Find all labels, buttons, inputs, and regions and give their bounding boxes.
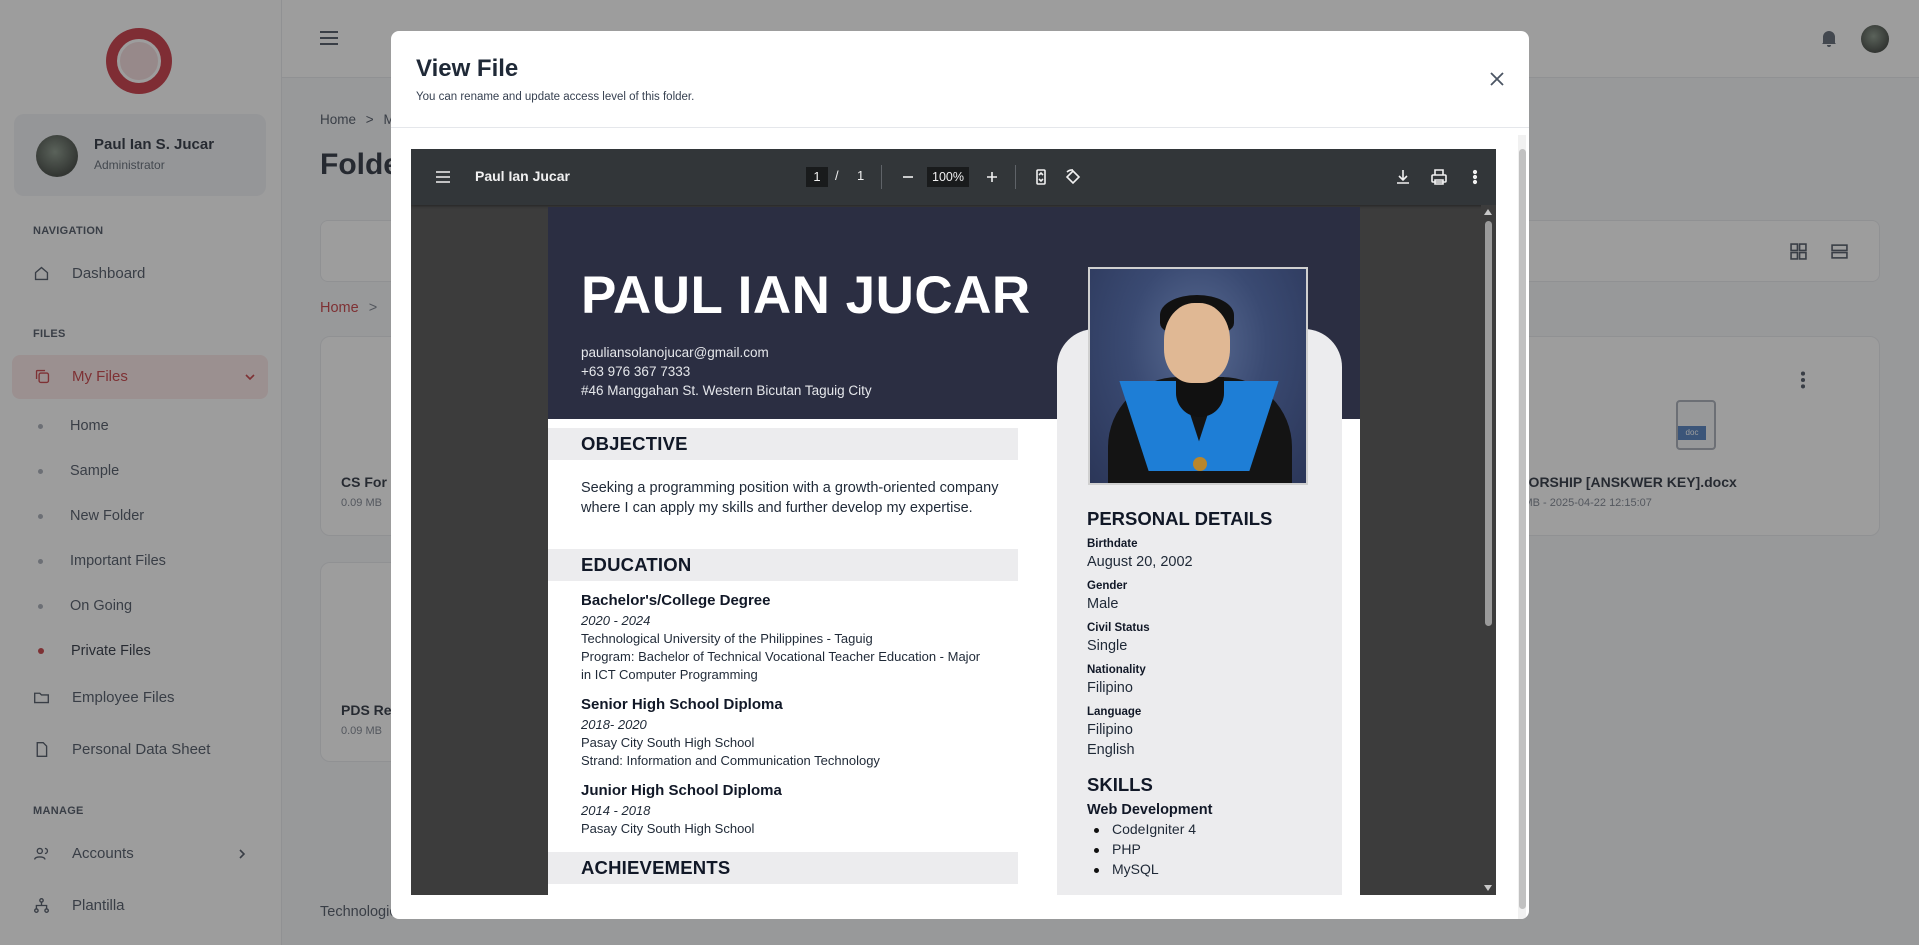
close-icon[interactable]: [1486, 68, 1508, 90]
education-line: Technological University of the Philippi…: [581, 631, 873, 646]
education-years: 2014 - 2018: [581, 803, 651, 818]
personal-label: Nationality: [1087, 664, 1146, 676]
personal-value: Filipino: [1087, 722, 1133, 738]
modal-divider: [391, 127, 1529, 128]
toolbar-divider: [881, 165, 882, 189]
achievements-heading: ACHIEVEMENTS: [581, 857, 731, 878]
personal-value: August 20, 2002: [1087, 554, 1193, 570]
pdf-document-title: Paul Ian Jucar: [475, 168, 570, 184]
objective-text: Seeking a programming position with a gr…: [581, 480, 999, 516]
modal-title: View File: [416, 55, 519, 82]
skill-item: CodeIgniter 4: [1093, 821, 1197, 837]
print-icon: [1431, 169, 1447, 185]
education-line: Pasay City South High School: [581, 735, 755, 750]
download-icon: [1397, 170, 1409, 184]
education-degree: Junior High School Diploma: [581, 782, 782, 799]
skills-heading: SKILLS: [1087, 774, 1153, 795]
minus-icon: [903, 176, 913, 178]
download-button[interactable]: [1393, 167, 1413, 187]
personal-label: Gender: [1087, 580, 1128, 592]
toolbar-divider: [1015, 165, 1016, 189]
education-heading: EDUCATION: [581, 554, 692, 575]
resume-phone: +63 976 367 7333: [581, 364, 691, 379]
pdf-toolbar: Paul Ian Jucar 1 / 1 100%: [411, 149, 1496, 205]
plus-icon: [987, 172, 997, 182]
education-line: Program: Bachelor of Technical Vocationa…: [581, 649, 981, 664]
zoom-in-button[interactable]: [982, 167, 1002, 187]
objective-heading: OBJECTIVE: [581, 433, 688, 454]
education-line: in ICT Computer Programming: [581, 667, 758, 682]
more-vertical-icon: [1472, 169, 1478, 185]
print-button[interactable]: [1429, 167, 1449, 187]
menu-icon[interactable]: [435, 170, 451, 184]
page-separator: /: [835, 168, 839, 183]
personal-label: Birthdate: [1087, 538, 1138, 550]
education-years: 2018- 2020: [581, 717, 647, 732]
view-file-modal: View File You can rename and update acce…: [391, 31, 1529, 919]
more-options-button[interactable]: [1465, 167, 1485, 187]
resume-name: PAUL IAN JUCAR: [581, 266, 1031, 325]
pdf-scrollbar[interactable]: [1481, 205, 1496, 895]
rotate-button[interactable]: [1063, 167, 1083, 187]
page-total: 1: [857, 168, 865, 183]
modal-subtitle: You can rename and update access level o…: [416, 91, 695, 103]
personal-label: Language: [1087, 706, 1142, 718]
education-years: 2020 - 2024: [581, 613, 651, 628]
resume-email: pauliansolanojucar@gmail.com: [581, 345, 769, 360]
education-line: Pasay City South High School: [581, 821, 755, 836]
personal-label: Civil Status: [1087, 622, 1150, 634]
zoom-level-input[interactable]: 100%: [927, 167, 969, 187]
education-degree: Bachelor's/College Degree: [581, 592, 771, 609]
personal-value: Single: [1087, 638, 1128, 654]
skill-group: Web Development: [1087, 802, 1213, 818]
rotate-icon: [1065, 169, 1081, 185]
personal-value: Filipino: [1087, 680, 1133, 696]
zoom-out-button[interactable]: [898, 167, 918, 187]
education-degree: Senior High School Diploma: [581, 696, 783, 713]
fit-page-icon: [1036, 169, 1046, 185]
page-number-input[interactable]: 1: [806, 167, 828, 187]
personal-details-heading: PERSONAL DETAILS: [1087, 508, 1273, 529]
profile-photo: [1088, 267, 1308, 485]
resume-address: #46 Manggahan St. Western Bicutan Taguig…: [581, 383, 872, 398]
personal-value: English: [1087, 742, 1135, 758]
fit-page-button[interactable]: [1031, 167, 1051, 187]
pdf-viewer[interactable]: Paul Ian Jucar 1 / 1 100% PAUL IAN JUCAR…: [411, 149, 1496, 895]
skill-item: MySQL: [1094, 861, 1159, 877]
education-line: Strand: Information and Communication Te…: [581, 753, 880, 768]
pdf-page: PAUL IAN JUCAR pauliansolanojucar@gmail.…: [548, 207, 1360, 895]
modal-scrollbar[interactable]: [1518, 135, 1526, 919]
skill-item: PHP: [1094, 841, 1141, 857]
personal-value: Male: [1087, 596, 1119, 612]
